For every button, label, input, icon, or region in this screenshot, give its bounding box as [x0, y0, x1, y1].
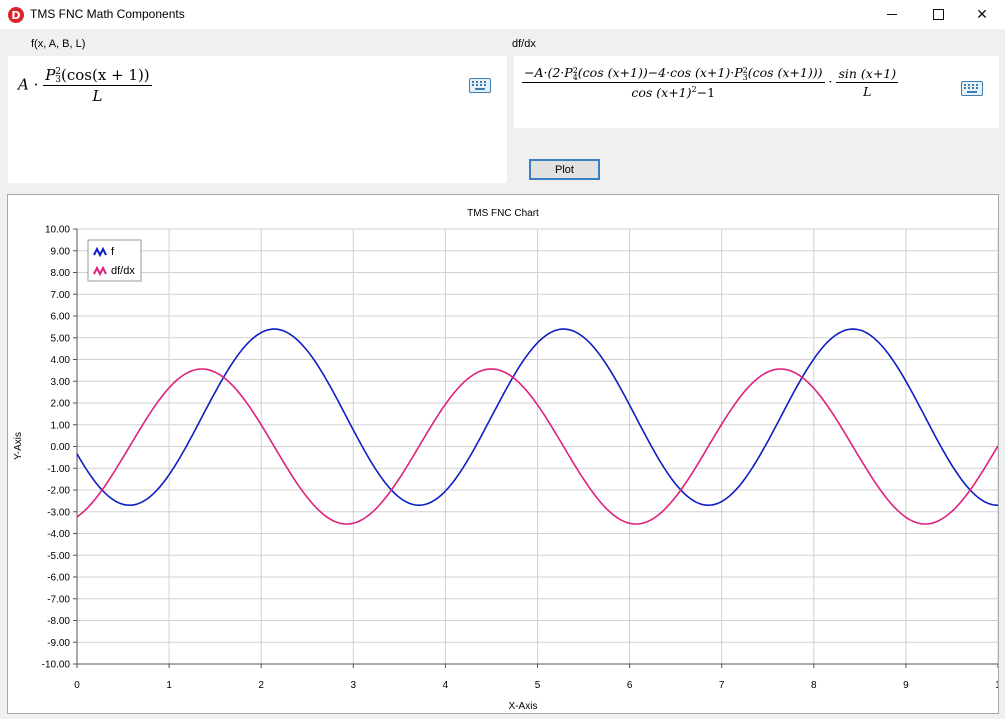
y-tick-label: 7.00: [51, 290, 71, 301]
formula-dot: ·: [33, 75, 39, 94]
x-tick-label: 7: [719, 680, 725, 691]
chart-panel: TMS FNC Chart 10.00 9.00 8.00 7.00 6.00 5.00 4…: [7, 194, 1001, 714]
y-tick-label: -4.00: [47, 529, 70, 540]
chart-title: TMS FNC Chart: [467, 208, 539, 219]
x-tick-label: 3: [351, 680, 357, 691]
title-bar: D TMS FNC Math Components ✕: [0, 0, 1005, 29]
y-tick-label: -8.00: [47, 616, 70, 627]
x-tick-labels: 0 1 2 3 4 5 6 7 8 9 1: [74, 680, 1001, 691]
y-tick-label: 0.00: [51, 442, 71, 453]
y-tick-label: -9.00: [47, 638, 70, 649]
derivative-den-tail: −1: [696, 84, 716, 100]
function-formula: A · P 2 3 (cos(x + 1)) L: [18, 66, 152, 105]
x-tick-label: 1: [995, 680, 998, 691]
x-tick-label: 6: [627, 680, 633, 691]
maximize-icon[interactable]: [915, 0, 961, 29]
y-tick-label: -3.00: [47, 507, 70, 518]
keyboard-icon[interactable]: [469, 78, 491, 93]
derivative-num-part2: (cos (x+1))−4·cos (x+1)·P: [577, 65, 743, 80]
plot-button[interactable]: Plot: [529, 159, 600, 180]
formula-cos-argument: (cos(x + 1)): [61, 66, 150, 84]
formula-a: A: [18, 75, 29, 94]
y-axis-label: Y-Axis: [13, 432, 24, 460]
y-tick-label: -5.00: [47, 551, 70, 562]
x-tick-label: 1: [166, 680, 172, 691]
y-tick-label: -1.00: [47, 464, 70, 475]
x-tick-label: 0: [74, 680, 80, 691]
derivative-num-part3: (cos (x+1))): [747, 65, 823, 80]
x-tick-label: 9: [903, 680, 909, 691]
y-tick-label: 5.00: [51, 333, 71, 344]
y-tick-label: 9.00: [51, 246, 71, 257]
y-tick-label: 8.00: [51, 268, 71, 279]
x-tick-label: 2: [258, 680, 264, 691]
y-tick-label: 4.00: [51, 355, 71, 366]
function-label: f(x, A, B, L): [31, 38, 86, 50]
grid: [73, 228, 999, 668]
y-tick-label: 10.00: [45, 225, 70, 236]
legend: f df/dx: [87, 239, 142, 282]
y-tick-label: -7.00: [47, 594, 70, 605]
function-editor[interactable]: A · P 2 3 (cos(x + 1)) L: [8, 56, 507, 183]
close-icon[interactable]: ✕: [959, 0, 1005, 29]
x-axis-label: X-Axis: [509, 701, 538, 712]
x-tick-label: 4: [443, 680, 449, 691]
minimize-icon[interactable]: [869, 0, 915, 29]
derivative-formula: −A·(2·P 2 4 (cos (x+1))−4·cos (x+1)·P 2 3 (cos…: [522, 65, 899, 100]
derivative-sin: sin (x+1): [836, 65, 899, 83]
legend-dfdx-label: df/dx: [111, 265, 135, 277]
y-tick-label: 3.00: [51, 377, 71, 388]
window-title: TMS FNC Math Components: [30, 7, 185, 21]
y-tick-label: 2.00: [51, 399, 71, 410]
x-tick-label: 5: [535, 680, 541, 691]
derivative-label: df/dx: [512, 38, 536, 50]
y-tick-label: 6.00: [51, 312, 71, 323]
derivative-editor[interactable]: −A·(2·P 2 4 (cos (x+1))−4·cos (x+1)·P 2 3 (cos…: [514, 56, 999, 128]
formula-denominator: L: [92, 87, 103, 105]
y-tick-label: -10.00: [42, 660, 71, 671]
y-tick-label: -2.00: [47, 486, 70, 497]
keyboard-icon[interactable]: [961, 81, 983, 96]
formula-fraction: P 2 3 (cos(x + 1)) L: [43, 66, 152, 105]
y-tick-label: 1.00: [51, 420, 71, 431]
formula-p: P: [45, 66, 56, 84]
app-icon: D: [8, 7, 24, 23]
derivative-den-l: L: [863, 83, 872, 99]
derivative-fraction: −A·(2·P 2 4 (cos (x+1))−4·cos (x+1)·P 2 3 (cos…: [522, 65, 825, 100]
x-tick-label: 8: [811, 680, 817, 691]
y-tick-labels: 10.00 9.00 8.00 7.00 6.00 5.00 4.00 3.00 2.00 1.0…: [42, 225, 71, 671]
derivative-fraction-2: sin (x+1) L: [836, 65, 899, 99]
chart: TMS FNC Chart 10.009.008.007.006.005.004…: [13, 208, 1001, 712]
derivative-dot: ·: [828, 73, 833, 89]
y-tick-label: -6.00: [47, 573, 70, 584]
derivative-den: cos (x+1): [631, 84, 692, 100]
derivative-num-part1: −A·(2·P: [524, 65, 573, 80]
